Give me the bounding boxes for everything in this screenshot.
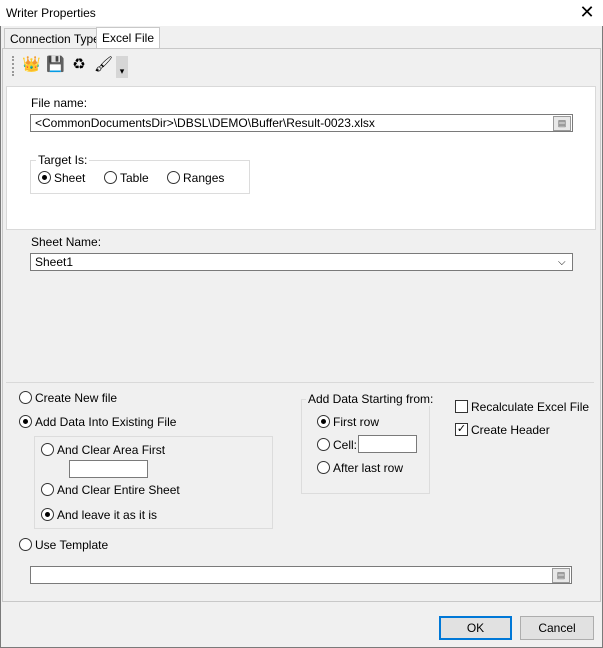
add-existing-radio[interactable]: [19, 415, 32, 428]
clear-area-label: And Clear Area First: [57, 443, 166, 457]
file-name-field[interactable]: <CommonDocumentsDir>\DBSL\DEMO\Buffer\Re…: [30, 114, 573, 132]
file-name-label: File name:: [31, 96, 88, 110]
after-last-row-label: After last row: [333, 461, 404, 475]
browse-template-icon[interactable]: ▤: [552, 568, 570, 583]
target-table-label: Table: [120, 171, 149, 185]
window-title: Writer Properties: [6, 6, 96, 20]
sheet-name-select[interactable]: Sheet1: [30, 253, 573, 271]
clear-area-radio[interactable]: [41, 443, 54, 456]
chevron-down-icon[interactable]: ⌵: [558, 257, 566, 268]
save-icon[interactable]: 💾: [46, 56, 65, 74]
use-template-radio[interactable]: [19, 538, 32, 551]
browse-file-icon[interactable]: ▤: [553, 116, 571, 131]
cell-label: Cell:: [333, 438, 358, 452]
create-header-label: Create Header: [471, 423, 550, 437]
crown-icon[interactable]: 👑: [22, 56, 41, 74]
refresh-icon[interactable]: ♻: [70, 56, 88, 74]
target-sheet-label: Sheet: [54, 171, 86, 185]
ok-button[interactable]: OK: [439, 616, 512, 640]
target-table-radio[interactable]: [104, 171, 117, 184]
toolbar-overflow-icon[interactable]: ▾: [116, 56, 128, 78]
brush-icon[interactable]: 🖌: [94, 56, 113, 74]
sheet-name-value: Sheet1: [35, 255, 74, 269]
cell-input[interactable]: [358, 435, 417, 453]
first-row-radio[interactable]: [317, 415, 330, 428]
after-last-row-radio[interactable]: [317, 461, 330, 474]
clear-sheet-label: And Clear Entire Sheet: [57, 483, 180, 497]
clear-sheet-radio[interactable]: [41, 483, 54, 496]
clear-area-input[interactable]: [69, 460, 148, 478]
target-legend: Target Is:: [36, 153, 90, 167]
target-ranges-label: Ranges: [183, 171, 225, 185]
leave-as-is-label: And leave it as it is: [57, 508, 158, 522]
tab-excel-file[interactable]: Excel File: [96, 27, 161, 49]
leave-as-is-radio[interactable]: [41, 508, 54, 521]
sheet-name-label: Sheet Name:: [31, 235, 102, 249]
tab-connection-type[interactable]: Connection Type: [4, 28, 106, 48]
create-new-label: Create New file: [35, 391, 118, 405]
recalculate-checkbox[interactable]: [455, 400, 468, 413]
add-existing-label: Add Data Into Existing File: [35, 415, 177, 429]
target-ranges-radio[interactable]: [167, 171, 180, 184]
cancel-button[interactable]: Cancel: [520, 616, 594, 640]
use-template-label: Use Template: [35, 538, 109, 552]
target-sheet-radio[interactable]: [38, 171, 51, 184]
toolbar-grip[interactable]: [12, 56, 16, 76]
file-settings-group: [6, 86, 596, 230]
template-path-field[interactable]: [30, 566, 572, 584]
create-new-radio[interactable]: [19, 391, 32, 404]
close-icon[interactable]: ✕: [578, 3, 596, 21]
cell-radio[interactable]: [317, 438, 330, 451]
create-header-checkbox[interactable]: ✓: [455, 423, 468, 436]
recalculate-label: Recalculate Excel File: [471, 400, 590, 414]
start-from-legend: Add Data Starting from:: [306, 392, 436, 406]
first-row-label: First row: [333, 415, 379, 429]
file-name-value: <CommonDocumentsDir>\DBSL\DEMO\Buffer\Re…: [35, 116, 375, 130]
